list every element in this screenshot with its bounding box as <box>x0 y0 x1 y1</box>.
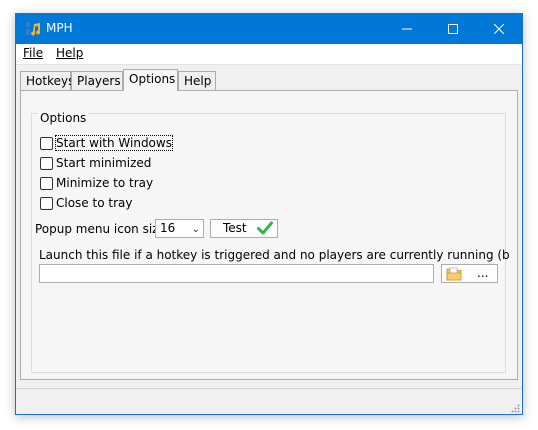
tab-help[interactable]: Help <box>178 71 216 90</box>
options-panel: Options Start with Windows Start minimiz… <box>20 90 518 380</box>
tab-strip: Hotkeys Players Options Help <box>20 69 520 91</box>
icon-size-select[interactable]: 16 ⌄ <box>155 219 204 238</box>
checkbox-label: Start minimized <box>56 156 152 170</box>
options-groupbox <box>31 113 506 373</box>
app-music-icon <box>26 22 41 36</box>
checkbox-box[interactable] <box>40 176 53 190</box>
checkmark-icon <box>257 221 273 235</box>
minimize-button[interactable] <box>384 14 430 44</box>
test-button[interactable]: Test <box>210 219 278 238</box>
menu-file-label: File <box>23 46 44 60</box>
window-title: MPH <box>46 21 73 35</box>
start-with-windows-checkbox[interactable]: Start with Windows <box>40 135 173 151</box>
checkbox-box[interactable] <box>40 156 53 170</box>
resize-grip-icon[interactable] <box>510 403 520 413</box>
tab-options[interactable]: Options <box>123 69 178 91</box>
menu-help[interactable]: Help <box>56 46 83 60</box>
minimize-to-tray-checkbox[interactable]: Minimize to tray <box>40 175 153 191</box>
launch-file-label: Launch this file if a hotkey is triggere… <box>39 248 509 262</box>
checkbox-label: Close to tray <box>56 196 133 210</box>
menu-file[interactable]: File <box>23 46 43 60</box>
close-icon <box>494 24 504 34</box>
tab-players[interactable]: Players <box>71 71 123 90</box>
menu-help-label: Help <box>56 46 84 60</box>
icon-size-value: 16 <box>160 221 176 235</box>
app-window: MPH File Help Hotkeys Players Options He… <box>15 13 523 415</box>
test-button-label: Test <box>223 221 247 235</box>
folder-icon <box>446 267 462 281</box>
close-to-tray-checkbox[interactable]: Close to tray <box>40 195 132 211</box>
chevron-down-icon: ⌄ <box>191 224 200 235</box>
maximize-button[interactable] <box>430 14 476 44</box>
title-bar[interactable]: MPH <box>16 14 522 44</box>
minimize-icon <box>402 28 412 30</box>
menu-bar: File Help <box>16 44 522 65</box>
close-button[interactable] <box>476 14 522 44</box>
checkbox-box[interactable] <box>40 136 53 150</box>
status-bar <box>16 388 522 414</box>
options-group-title: Options <box>38 111 89 125</box>
checkbox-box[interactable] <box>40 196 53 210</box>
browse-button[interactable]: ... <box>441 264 498 283</box>
launch-file-input[interactable] <box>39 264 434 283</box>
tab-hotkeys[interactable]: Hotkeys <box>20 71 74 90</box>
checkbox-label: Minimize to tray <box>56 176 154 190</box>
checkbox-label: Start with Windows <box>55 135 173 151</box>
icon-size-label: Popup menu icon size: <box>35 222 170 236</box>
browse-button-label: ... <box>477 266 489 280</box>
maximize-icon <box>448 24 458 34</box>
start-minimized-checkbox[interactable]: Start minimized <box>40 155 151 171</box>
